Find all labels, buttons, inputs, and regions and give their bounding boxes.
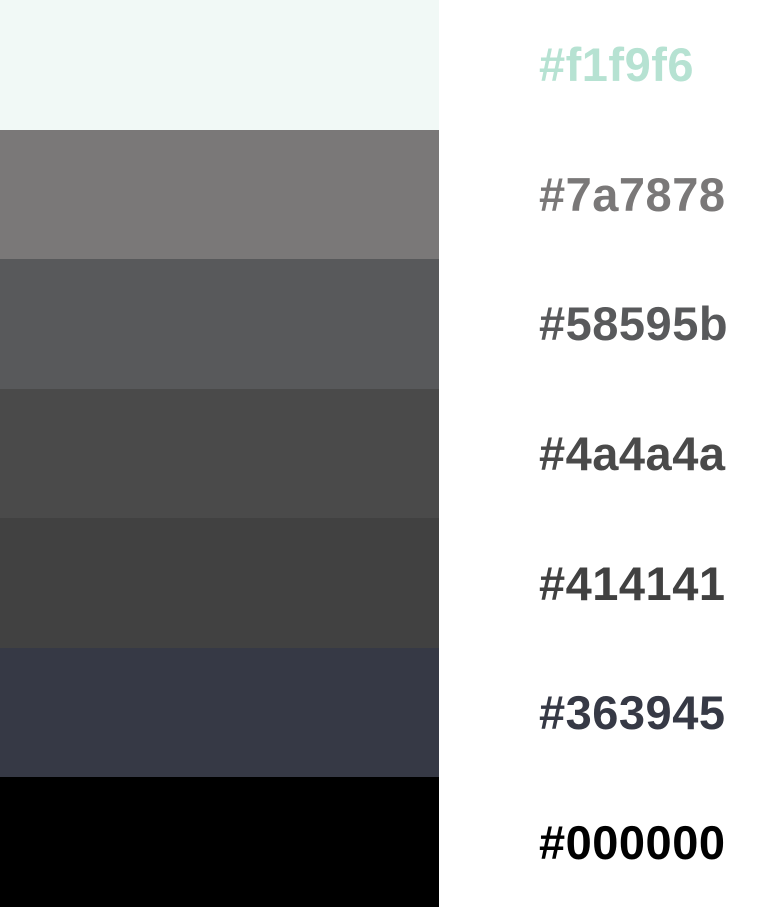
color-swatch <box>0 129 439 260</box>
color-palette: #f1f9f6 #7a7878 #58595b #4a4a4a #414141 … <box>0 0 771 907</box>
hex-code-label: #414141 <box>539 556 726 610</box>
hex-code-label: #4a4a4a <box>539 426 726 480</box>
palette-row: #7a7878 <box>0 129 771 260</box>
palette-row: #363945 <box>0 647 771 778</box>
color-swatch <box>0 388 439 519</box>
hex-code-label: #363945 <box>539 686 726 740</box>
color-swatch <box>0 0 439 130</box>
palette-row: #000000 <box>0 777 771 907</box>
hex-code-label: #58595b <box>539 297 729 351</box>
color-swatch <box>0 777 439 907</box>
hex-code-label: #7a7878 <box>539 167 726 221</box>
color-swatch <box>0 647 439 778</box>
hex-code-label: #000000 <box>539 815 726 869</box>
color-swatch <box>0 518 439 648</box>
palette-row: #414141 <box>0 518 771 648</box>
palette-row: #f1f9f6 <box>0 0 771 130</box>
hex-code-label: #f1f9f6 <box>539 38 695 92</box>
color-swatch <box>0 259 439 389</box>
palette-row: #4a4a4a <box>0 388 771 519</box>
palette-row: #58595b <box>0 259 771 389</box>
